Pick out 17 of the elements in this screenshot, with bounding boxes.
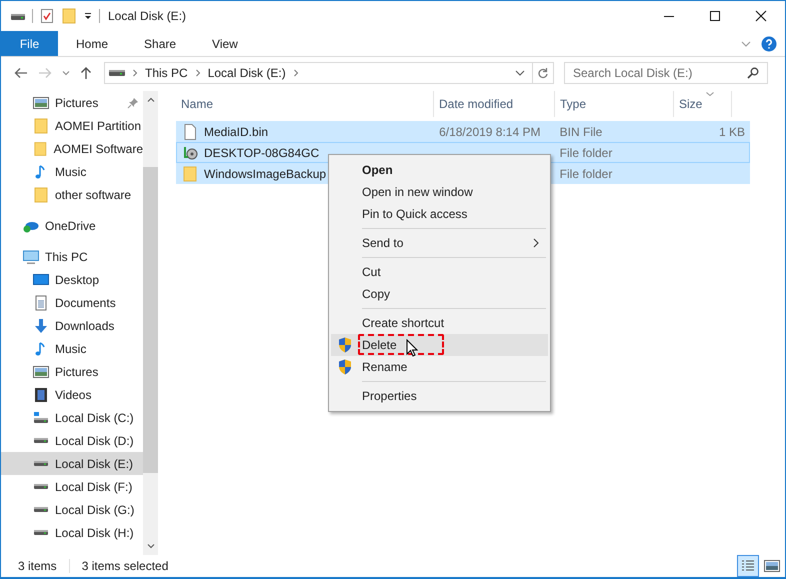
date-modified: 6/18/2019 8:14 PM	[439, 124, 540, 138]
file-name: MediaID.bin	[204, 124, 268, 138]
file-type: File folder	[560, 146, 612, 160]
file-name: DESKTOP-08G84GC	[204, 146, 320, 160]
menu-item-label: Delete	[362, 338, 397, 352]
file-type: File folder	[560, 166, 612, 180]
file-size: 1 KB	[718, 124, 745, 138]
selection-count: 3 items selected	[82, 559, 168, 573]
menu-item-label: Open	[362, 163, 393, 177]
file-type: BIN File	[560, 124, 602, 138]
window-title: Local Disk (E:)	[108, 9, 186, 23]
file-name: WindowsImageBackup	[204, 166, 326, 180]
column-title: Type	[560, 97, 586, 111]
column-title: Date modified	[439, 97, 514, 111]
item-count: 3 items	[18, 559, 57, 573]
column-title: Name	[181, 97, 214, 111]
column-title: Size	[679, 97, 702, 111]
